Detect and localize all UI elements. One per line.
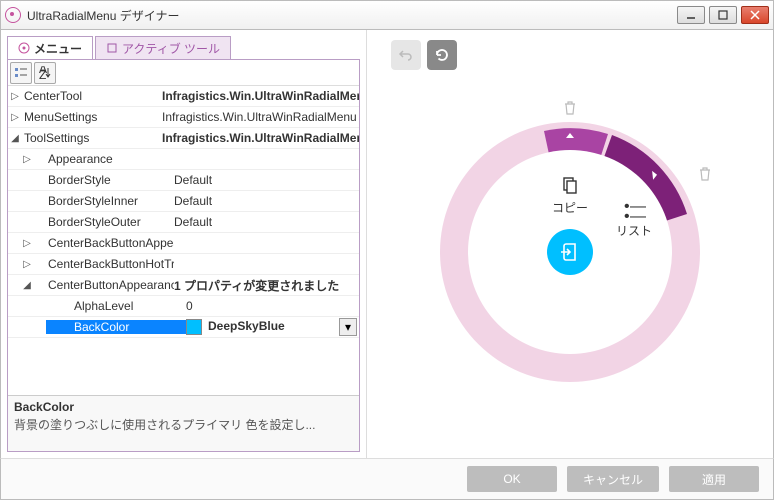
- property-name: BorderStyleInner: [34, 194, 174, 208]
- property-name: CenterButtonAppearance: [34, 278, 174, 292]
- property-row[interactable]: ▷AlphaLevel0: [8, 296, 359, 317]
- radial-menu-preview: コピー • —• — リスト: [440, 122, 700, 382]
- property-value[interactable]: Infragistics.Win.UltraWinRadialMenu: [162, 89, 359, 103]
- property-name: MenuSettings: [22, 110, 162, 124]
- expand-arrow[interactable]: ▷: [20, 154, 34, 165]
- sort-az-button[interactable]: AZ: [34, 62, 56, 84]
- property-name: BackColor: [46, 320, 186, 334]
- ok-button[interactable]: OK: [467, 466, 557, 492]
- property-value[interactable]: Default: [174, 194, 359, 208]
- titlebar: UltraRadialMenu デザイナー: [0, 0, 774, 30]
- property-rows[interactable]: ▷CenterToolInfragistics.Win.UltraWinRadi…: [8, 86, 359, 395]
- property-row[interactable]: ◢ToolSettingsInfragistics.Win.UltraWinRa…: [8, 128, 359, 149]
- property-row[interactable]: ▷BorderStyleDefault: [8, 170, 359, 191]
- undo-button: [391, 40, 421, 70]
- property-name: Appearance: [34, 152, 174, 166]
- property-grid: AZ ▷CenterToolInfragistics.Win.UltraWinR…: [7, 60, 360, 452]
- tab-active-tool[interactable]: アクティブ ツール: [95, 36, 231, 59]
- property-name: BorderStyleOuter: [34, 215, 174, 229]
- property-row[interactable]: ▷CenterBackButtonAppearance: [8, 233, 359, 254]
- tab-active-tool-label: アクティブ ツール: [122, 40, 220, 57]
- maximize-button[interactable]: [709, 6, 737, 24]
- trash-icon[interactable]: [698, 166, 712, 185]
- list-icon: • —• —: [616, 202, 652, 222]
- main-content: メニュー アクティブ ツール AZ ▷CenterToolInfragistic…: [0, 30, 774, 458]
- copy-icon: [560, 176, 580, 196]
- svg-text:Z: Z: [39, 68, 46, 80]
- dialog-footer: OK キャンセル 適用: [0, 458, 774, 500]
- wedge-copy[interactable]: コピー: [552, 176, 588, 216]
- categorize-button[interactable]: [10, 62, 32, 84]
- property-name: CenterBackButtonHotTrackAppearance: [34, 257, 174, 271]
- desc-body: 背景の塗りつぶしに使用されるプライマリ 色を設定し...: [14, 416, 353, 433]
- expand-arrow[interactable]: ◢: [20, 280, 34, 291]
- close-button[interactable]: [741, 6, 769, 24]
- property-row[interactable]: ▷BorderStyleInnerDefault: [8, 191, 359, 212]
- property-toolbar: AZ: [8, 60, 359, 86]
- property-row[interactable]: ▷CenterToolInfragistics.Win.UltraWinRadi…: [8, 86, 359, 107]
- property-value[interactable]: Infragistics.Win.UltraWinRadialMenu: [162, 131, 359, 145]
- window-controls: [677, 6, 769, 24]
- expand-arrow[interactable]: ▷: [8, 112, 22, 123]
- property-name: ToolSettings: [22, 131, 162, 145]
- property-row[interactable]: ▷BorderStyleOuterDefault: [8, 212, 359, 233]
- property-row[interactable]: ◢CenterButtonAppearance1 プロパティが変更されました: [8, 275, 359, 296]
- property-name: AlphaLevel: [46, 299, 186, 313]
- property-value[interactable]: DeepSkyBlue: [186, 319, 339, 335]
- center-import-icon: [559, 241, 581, 263]
- trash-icon[interactable]: [563, 100, 577, 119]
- apply-button[interactable]: 適用: [669, 466, 759, 492]
- property-value[interactable]: Infragistics.Win.UltraWinRadialMenu: [162, 110, 359, 124]
- dropdown-button[interactable]: ▾: [339, 318, 357, 336]
- property-row[interactable]: ▷Appearance: [8, 149, 359, 170]
- color-swatch: [186, 319, 202, 335]
- expand-arrow[interactable]: ▷: [8, 91, 22, 102]
- property-name: CenterTool: [22, 89, 162, 103]
- tab-bar: メニュー アクティブ ツール: [7, 36, 360, 60]
- property-value[interactable]: Default: [174, 215, 359, 229]
- preview-panel: コピー • —• — リスト: [366, 30, 773, 458]
- preview-toolbar: [391, 40, 457, 70]
- wedge-list-label: リスト: [616, 222, 652, 239]
- tab-menu-label: メニュー: [34, 40, 82, 57]
- expand-arrow[interactable]: ◢: [8, 133, 22, 144]
- radial-center-button[interactable]: [547, 229, 593, 275]
- property-name: BorderStyle: [34, 173, 174, 187]
- property-name: CenterBackButtonAppearance: [34, 236, 174, 250]
- tool-icon: [106, 42, 118, 54]
- app-icon: [5, 7, 21, 23]
- target-icon: [18, 42, 30, 54]
- minimize-button[interactable]: [677, 6, 705, 24]
- wedge-copy-label: コピー: [552, 199, 588, 216]
- desc-title: BackColor: [14, 400, 353, 414]
- property-value[interactable]: Default: [174, 173, 359, 187]
- property-row[interactable]: ▷BackColorDeepSkyBlue▾: [8, 317, 359, 338]
- expand-arrow[interactable]: ▷: [20, 259, 34, 270]
- refresh-button[interactable]: [427, 40, 457, 70]
- tab-menu[interactable]: メニュー: [7, 36, 93, 59]
- left-panel: メニュー アクティブ ツール AZ ▷CenterToolInfragistic…: [1, 30, 366, 458]
- property-row[interactable]: ▷CenterBackButtonHotTrackAppearance: [8, 254, 359, 275]
- property-value[interactable]: 1 プロパティが変更されました: [174, 277, 359, 294]
- property-description: BackColor 背景の塗りつぶしに使用されるプライマリ 色を設定し...: [8, 395, 359, 451]
- cancel-button[interactable]: キャンセル: [567, 466, 659, 492]
- wedge-list[interactable]: • —• — リスト: [616, 202, 652, 239]
- window-title: UltraRadialMenu デザイナー: [27, 7, 677, 24]
- property-value[interactable]: 0: [186, 299, 359, 313]
- property-row[interactable]: ▷MenuSettingsInfragistics.Win.UltraWinRa…: [8, 107, 359, 128]
- expand-arrow[interactable]: ▷: [20, 238, 34, 249]
